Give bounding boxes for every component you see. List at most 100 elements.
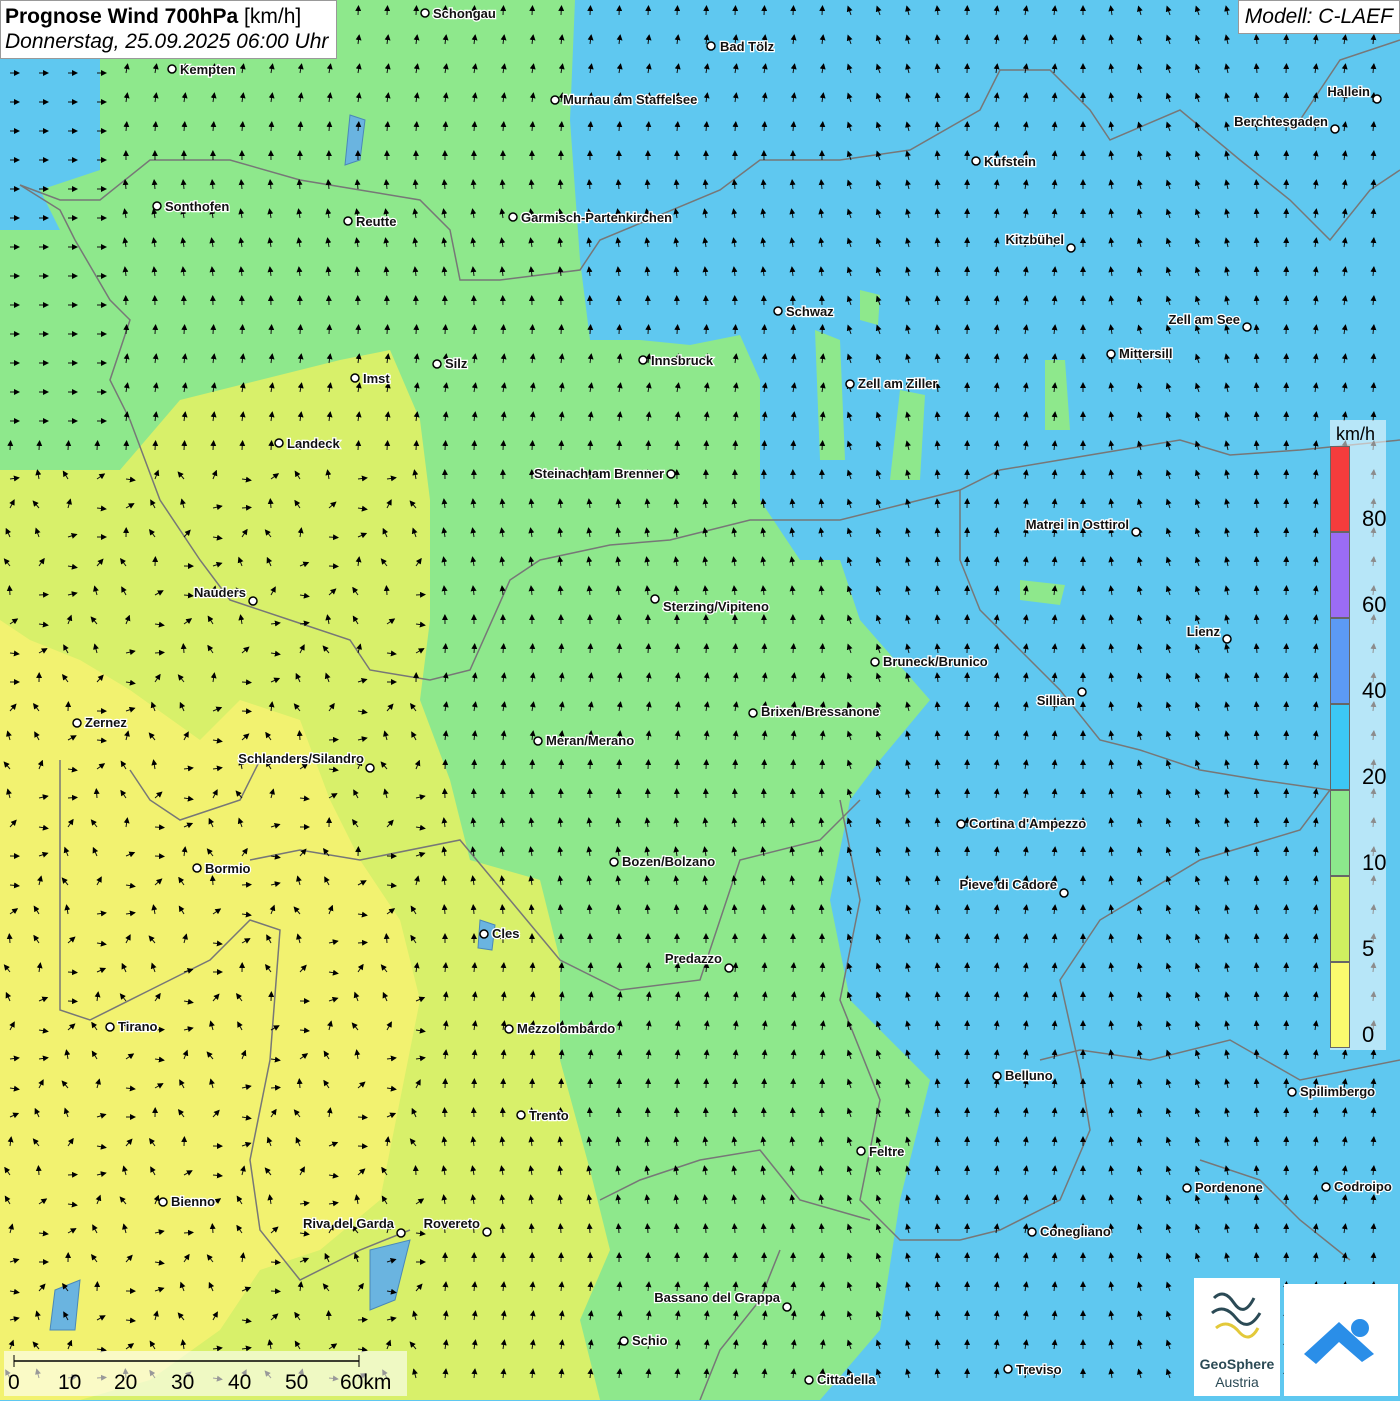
city-label: Trento <box>529 1108 569 1123</box>
city-label: Bad Tölz <box>720 39 775 54</box>
city-label: Zernez <box>85 715 127 730</box>
city-label: Sonthofen <box>165 199 229 214</box>
city-dot <box>1107 350 1115 358</box>
wind-arrow <box>677 441 678 450</box>
wind-arrow <box>1286 818 1287 827</box>
city-label: Sterzing/Vipiteno <box>663 599 769 614</box>
city-dot <box>344 217 352 225</box>
wind-arrow <box>648 644 649 653</box>
city-label: Schwaz <box>786 304 834 319</box>
wind-arrow <box>1286 789 1287 798</box>
legend-tick-label: 80 <box>1362 506 1386 532</box>
wind-arrow <box>764 6 765 15</box>
wind-arrow <box>242 325 243 334</box>
legend-color-segment <box>1330 446 1350 532</box>
city-label: Berchtesgaden <box>1234 114 1328 129</box>
wind-arrow <box>242 711 251 712</box>
wind-arrow <box>10 441 11 450</box>
wind-arrow <box>242 885 251 886</box>
wind-arrow <box>358 1117 367 1118</box>
city-dot <box>1183 1184 1191 1192</box>
legend-color-segment <box>1330 618 1350 704</box>
city-label: Schongau <box>433 6 496 21</box>
city-dot <box>153 202 161 210</box>
city-label: Bruneck/Brunico <box>883 654 988 669</box>
wind-arrow <box>648 760 649 769</box>
city-label: Bienno <box>171 1194 215 1209</box>
wind-arrow <box>764 760 765 769</box>
city-label: Kempten <box>180 62 236 77</box>
scale-bar: 0102030405060km <box>4 1351 407 1396</box>
wind-arrow <box>1286 934 1287 943</box>
wind-arrow <box>822 6 823 15</box>
wind-arrow <box>1286 760 1287 769</box>
wind-arrow <box>445 1108 446 1117</box>
legend-tick-label: 5 <box>1362 936 1374 962</box>
city-marker: Innsbruck <box>639 353 714 368</box>
wind-arrow <box>386 586 387 595</box>
wind-arrow <box>619 1108 620 1117</box>
scale-tick-label: 10 <box>58 1371 81 1395</box>
city-label: Kitzbühel <box>1006 232 1065 247</box>
city-dot <box>421 9 429 17</box>
model-label: Modell: C-LAEF <box>1238 0 1400 34</box>
wind-arrow <box>561 441 562 450</box>
wind-arrow <box>822 441 823 450</box>
wind-arrow <box>1286 992 1287 1001</box>
wind-arrow <box>1286 876 1287 885</box>
wind-arrow <box>1286 731 1287 740</box>
wind-arrow <box>822 644 823 653</box>
wind-arrow <box>763 1224 764 1233</box>
scale-tick-label: 50 <box>285 1371 308 1395</box>
city-label: Feltre <box>869 1144 904 1159</box>
wind-arrow <box>619 325 620 334</box>
wind-arrow <box>561 325 562 334</box>
city-dot <box>397 1229 405 1237</box>
wind-arrow <box>793 760 794 769</box>
wind-arrow <box>68 797 77 798</box>
wind-arrow <box>706 441 707 450</box>
wind-arrow <box>1286 296 1287 305</box>
city-dot <box>1331 125 1339 133</box>
map-title: Prognose Wind 700hPa <box>5 5 238 28</box>
city-dot <box>639 356 647 364</box>
city-marker: Meran/Merano <box>534 733 634 748</box>
city-label: Schio <box>632 1333 667 1348</box>
wind-arrow <box>532 325 533 334</box>
legend-tick-label: 10 <box>1362 850 1386 876</box>
wind-arrow <box>242 441 243 450</box>
wind-arrow <box>1286 93 1287 102</box>
wind-arrow <box>561 6 562 15</box>
city-label: Cles <box>492 926 519 941</box>
city-label: Codroipo <box>1334 1179 1392 1194</box>
wind-arrow <box>648 1108 649 1117</box>
wind-arrow <box>734 1224 735 1233</box>
wind-arrow <box>416 441 417 450</box>
wind-arrow <box>1286 151 1287 160</box>
wind-arrow <box>271 1291 280 1292</box>
city-label: Steinach am Brenner <box>534 466 664 481</box>
city-marker: Zell am Ziller <box>846 376 937 391</box>
city-label: Bassano del Grappa <box>654 1290 780 1305</box>
city-dot <box>651 595 659 603</box>
legend-tick-label: 60 <box>1362 592 1386 618</box>
wind-arrow <box>503 1108 504 1117</box>
wind-arrow <box>358 441 359 450</box>
city-label: Predazzo <box>665 951 722 966</box>
wind-arrow <box>416 595 425 596</box>
wind-arrow <box>387 325 388 334</box>
wind-arrow <box>1286 499 1287 508</box>
city-label: Spilimbergo <box>1300 1084 1375 1099</box>
wind-arrow <box>68 1001 77 1002</box>
wind-arrow <box>735 644 736 653</box>
wind-arrow <box>619 644 620 653</box>
wind-arrow <box>1286 1224 1287 1233</box>
wind-arrow <box>1286 1195 1287 1204</box>
city-dot <box>351 374 359 382</box>
wind-arrow <box>706 644 707 653</box>
wind-arrow <box>1286 1108 1287 1117</box>
wind-arrow <box>619 441 620 450</box>
wind-arrow <box>590 1108 591 1117</box>
wind-arrow <box>329 537 338 538</box>
scale-tick-label: 0 <box>8 1371 20 1395</box>
